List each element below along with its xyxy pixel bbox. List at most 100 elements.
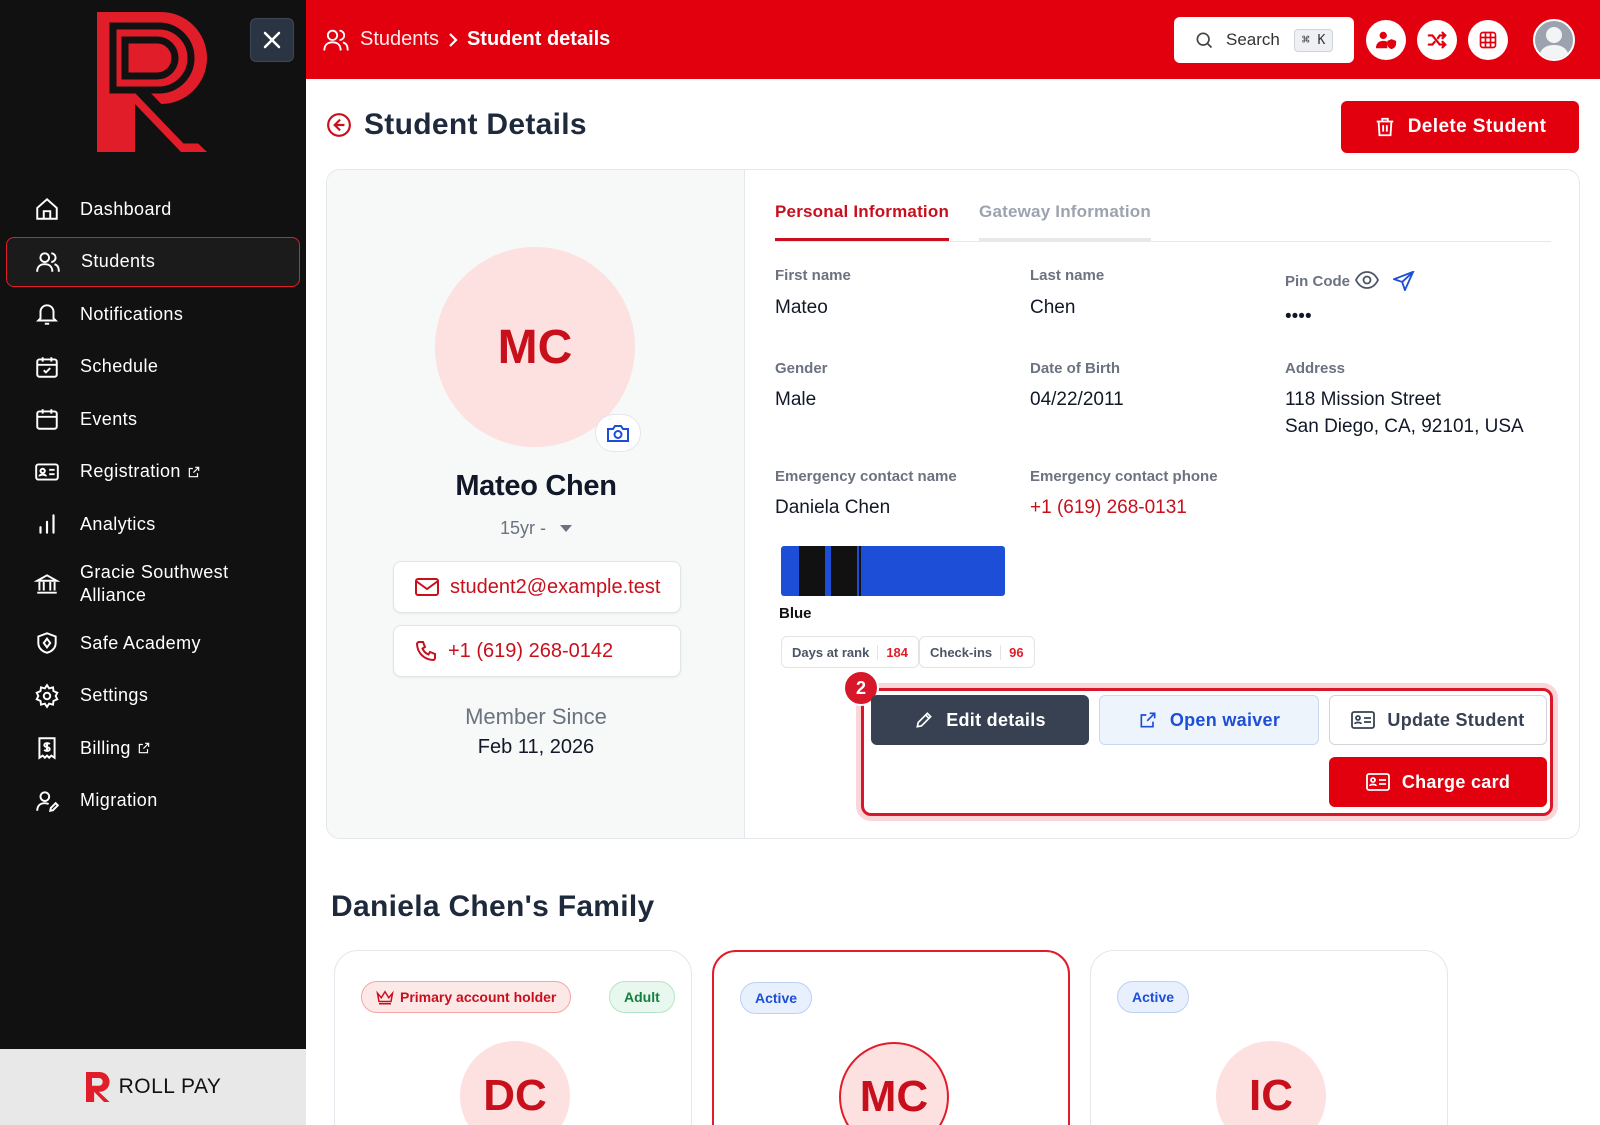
gender-value: Male [775,389,817,410]
open-waiver-label: Open waiver [1169,709,1281,730]
student-email-link[interactable]: student2@example.test [393,561,681,613]
sidebar-item-events[interactable]: Events [6,394,300,444]
emergency-phone-label: Emergency contact phone [1030,468,1218,485]
pin-code-label: Pin Code [1285,273,1351,290]
back-arrow-icon[interactable] [326,112,352,138]
student-age: 15yr - [499,518,546,538]
emergency-name-value: Daniela Chen [775,497,891,518]
student-name: Mateo Chen [455,470,617,502]
emergency-phone-value[interactable]: +1 (619) 268-0131 [1030,494,1187,521]
calendar-check-icon [34,354,60,380]
id-card-icon [1365,773,1390,791]
dob-label: Date of Birth [1030,360,1120,377]
family-member-card-selected[interactable]: Active MC [712,950,1070,1125]
grid-apps-button[interactable] [1468,20,1508,60]
user-shield-icon [1375,31,1397,50]
switch-account-button[interactable] [1417,20,1457,60]
sidebar-item-label: Billing [80,737,131,758]
belt-divider [859,546,861,596]
days-at-rank-pill: Days at rank 184 [781,636,920,668]
shuffle-icon [1427,31,1447,49]
change-photo-button[interactable] [595,414,641,452]
edit-details-button[interactable]: Edit details [871,695,1089,745]
users-icon [35,249,61,275]
receipt-icon [34,735,60,761]
belt-name: Blue [779,605,812,622]
student-phone-link[interactable]: +1 (619) 268-0142 [393,625,681,677]
family-section-title: Daniela Chen's Family [331,890,655,923]
sidebar-item-gracie-southwest-alliance[interactable]: Gracie Southwest Alliance [6,552,300,616]
sidebar-item-label: Students [81,251,156,271]
sidebar-item-notifications[interactable]: Notifications [6,289,300,339]
search-icon [1196,32,1213,49]
check-ins-label: Check-ins [930,644,993,660]
dob-value: 04/22/2011 [1030,389,1124,410]
external-link-icon [1140,712,1156,728]
user-edit-icon [34,788,60,814]
camera-icon [607,425,629,442]
delete-student-button[interactable]: Delete Student [1341,101,1579,153]
active-badge: Active [740,982,813,1014]
shield-icon [34,630,60,656]
primary-account-holder-badge: Primary account holder [361,981,572,1013]
sidebar-item-label: Schedule [80,356,159,376]
breadcrumb-students-link[interactable]: Students [360,28,439,51]
charge-card-button[interactable]: Charge card [1329,757,1547,807]
tab-personal-information[interactable]: Personal Information [775,202,950,241]
tab-gateway-information[interactable]: Gateway Information [979,202,1151,241]
close-sidebar-button[interactable] [250,18,294,62]
top-bar: Students Student details Search ⌘ K [306,0,1600,79]
student-email: student2@example.test [450,575,661,598]
member-since-date: Feb 11, 2026 [477,736,595,758]
active-badge: Active [1117,981,1190,1013]
member-since-label: Member Since [465,704,607,729]
sidebar-item-dashboard[interactable]: Dashboard [6,184,300,234]
family-member-card[interactable]: Active IC [1090,950,1448,1125]
gender-label: Gender [775,360,828,377]
update-student-button[interactable]: Update Student [1329,695,1547,745]
breadcrumb: Students Student details [322,26,610,54]
sidebar-item-schedule[interactable]: Schedule [6,342,300,392]
sidebar-item-label: Migration [80,790,158,810]
phone-icon [415,641,436,662]
first-name-value: Mateo [775,297,828,318]
user-shield-button[interactable] [1366,20,1406,60]
sidebar-item-label: Notifications [80,303,184,324]
sidebar-item-billing[interactable]: Billing [6,723,300,773]
mail-icon [415,578,439,596]
user-avatar[interactable] [1533,19,1575,61]
days-at-rank-label: Days at rank [792,644,870,660]
family-member-card[interactable]: Primary account holder Adult DC [334,950,692,1125]
family-member-avatar: IC [1216,1041,1326,1125]
search-button[interactable]: Search ⌘ K [1174,17,1354,63]
eye-icon[interactable] [1355,271,1379,289]
sidebar-item-migration[interactable]: Migration [6,776,300,826]
sidebar-item-label: Analytics [80,513,156,534]
bar-chart-icon [34,511,60,537]
sidebar-item-analytics[interactable]: Analytics [6,499,300,549]
sidebar-item-registration[interactable]: Registration [6,447,300,497]
sidebar-footer: ROLL PAY [0,1049,306,1125]
student-age-dropdown[interactable]: 15yr - [327,518,745,539]
open-waiver-button[interactable]: Open waiver [1099,695,1319,745]
sidebar-nav: Dashboard Students Notifications Schedul… [0,184,306,828]
send-icon[interactable] [1393,271,1415,291]
student-info-panel: Personal Information Gateway Information… [745,170,1579,838]
belt-stripe [831,546,857,596]
student-card: MC Mateo Chen 15yr - student2@example.te… [326,169,1580,839]
sidebar: Dashboard Students Notifications Schedul… [0,0,306,1125]
external-link-icon [187,465,201,479]
sidebar-item-settings[interactable]: Settings [6,671,300,721]
rollpay-logo-small-icon [85,1072,110,1102]
sidebar-item-students[interactable]: Students [6,236,300,287]
family-member-avatar: DC [460,1041,570,1125]
id-card-icon [1351,711,1376,729]
rollpay-logo-icon [97,12,207,152]
trash-icon [1376,117,1393,137]
user-silhouette-icon [1539,27,1569,59]
id-card-icon [34,459,60,485]
sidebar-item-safe-academy[interactable]: Safe Academy [6,618,300,668]
check-ins-value: 96 [1000,644,1024,660]
address-line2: San Diego, CA, 92101, USA [1285,416,1524,437]
adult-badge: Adult [609,981,675,1013]
